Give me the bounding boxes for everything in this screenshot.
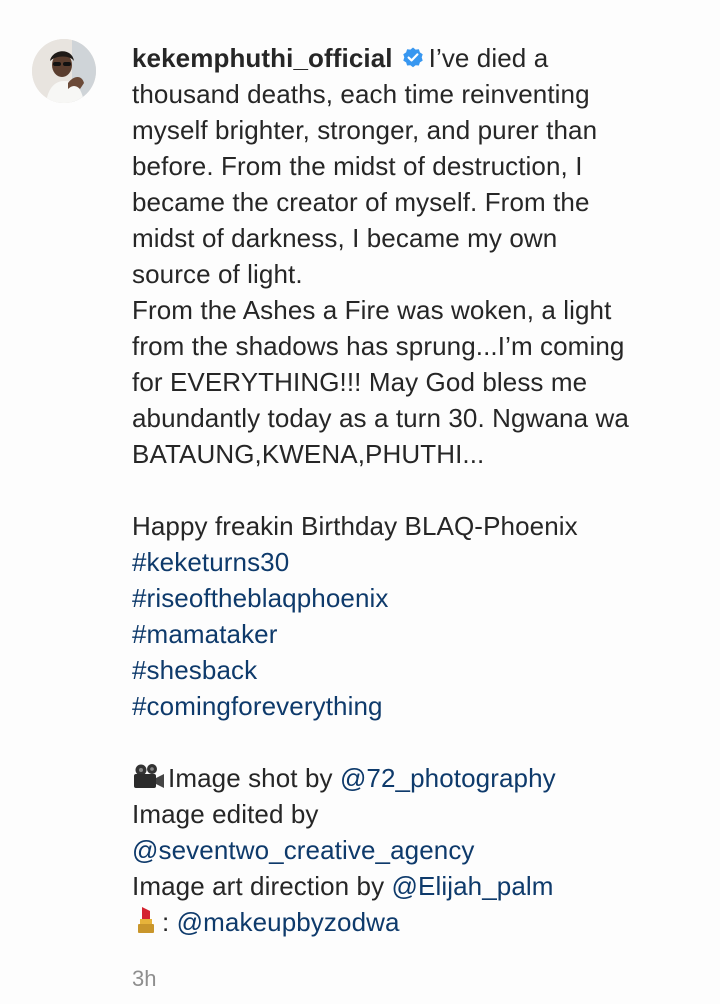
username-link[interactable]: kekemphuthi_official — [132, 43, 393, 73]
video-camera-icon — [134, 764, 164, 788]
caption-line: BATAUNG,KWENA,PHUTHI... — [132, 439, 485, 469]
caption-line: source of light. — [132, 259, 303, 289]
mention-link[interactable]: @makeupbyzodwa — [177, 907, 400, 937]
hashtag-link[interactable]: #riseoftheblaqphoenix — [132, 580, 692, 616]
hashtag-link[interactable]: #keketurns30 — [132, 544, 692, 580]
credit-shot-label: Image shot by — [168, 763, 340, 793]
instagram-comment: kekemphuthi_official I’ve died a thousand… — [0, 0, 720, 1004]
caption-line: abundantly today as a turn 30. Ngwana wa — [132, 403, 629, 433]
mention-link[interactable]: @72_photography — [340, 763, 556, 793]
credit-art-label: Image art direction by — [132, 871, 392, 901]
caption-line: from the shadows has sprung...I’m coming — [132, 331, 625, 361]
credit-shot: Image shot by @72_photography — [132, 760, 692, 796]
profile-photo-icon — [32, 39, 96, 103]
mention-link[interactable]: @Elijah_palm — [392, 871, 554, 901]
credit-makeup-sep: : — [162, 907, 177, 937]
profile-avatar[interactable] — [32, 39, 96, 103]
credit-edited-label: Image edited by — [132, 799, 319, 829]
hashtag-link[interactable]: #mamataker — [132, 616, 692, 652]
caption-line: From the Ashes a Fire was woken, a light — [132, 295, 612, 325]
birthday-line: Happy freakin Birthday BLAQ-Phoenix — [132, 511, 578, 541]
caption-line: for EVERYTHING!!! May God bless me — [132, 367, 588, 397]
caption-line: thousand deaths, each time reinventing — [132, 79, 590, 109]
caption-line: myself brighter, stronger, and purer tha… — [132, 115, 598, 145]
hashtag-link[interactable]: #comingforeverything — [132, 688, 692, 724]
caption-text: kekemphuthi_official I’ve died a thousand… — [132, 40, 692, 940]
credit-art: Image art direction by @Elijah_palm — [132, 868, 692, 904]
mention-link[interactable]: @seventwo_creative_agency — [132, 832, 692, 868]
credit-makeup: : @makeupbyzodwa — [132, 904, 692, 940]
verified-badge-icon — [402, 47, 423, 68]
hashtag-link[interactable]: #shesback — [132, 652, 692, 688]
caption-line: before. From the midst of destruction, I — [132, 151, 583, 181]
caption-line-text: I’ve died a — [428, 43, 549, 73]
timestamp: 3h — [132, 966, 157, 991]
caption-line: midst of darkness, I became my own — [132, 223, 558, 253]
caption-line: kekemphuthi_official I’ve died a — [132, 40, 692, 76]
lipstick-icon — [138, 907, 154, 933]
caption-line: became the creator of myself. From the — [132, 187, 590, 217]
